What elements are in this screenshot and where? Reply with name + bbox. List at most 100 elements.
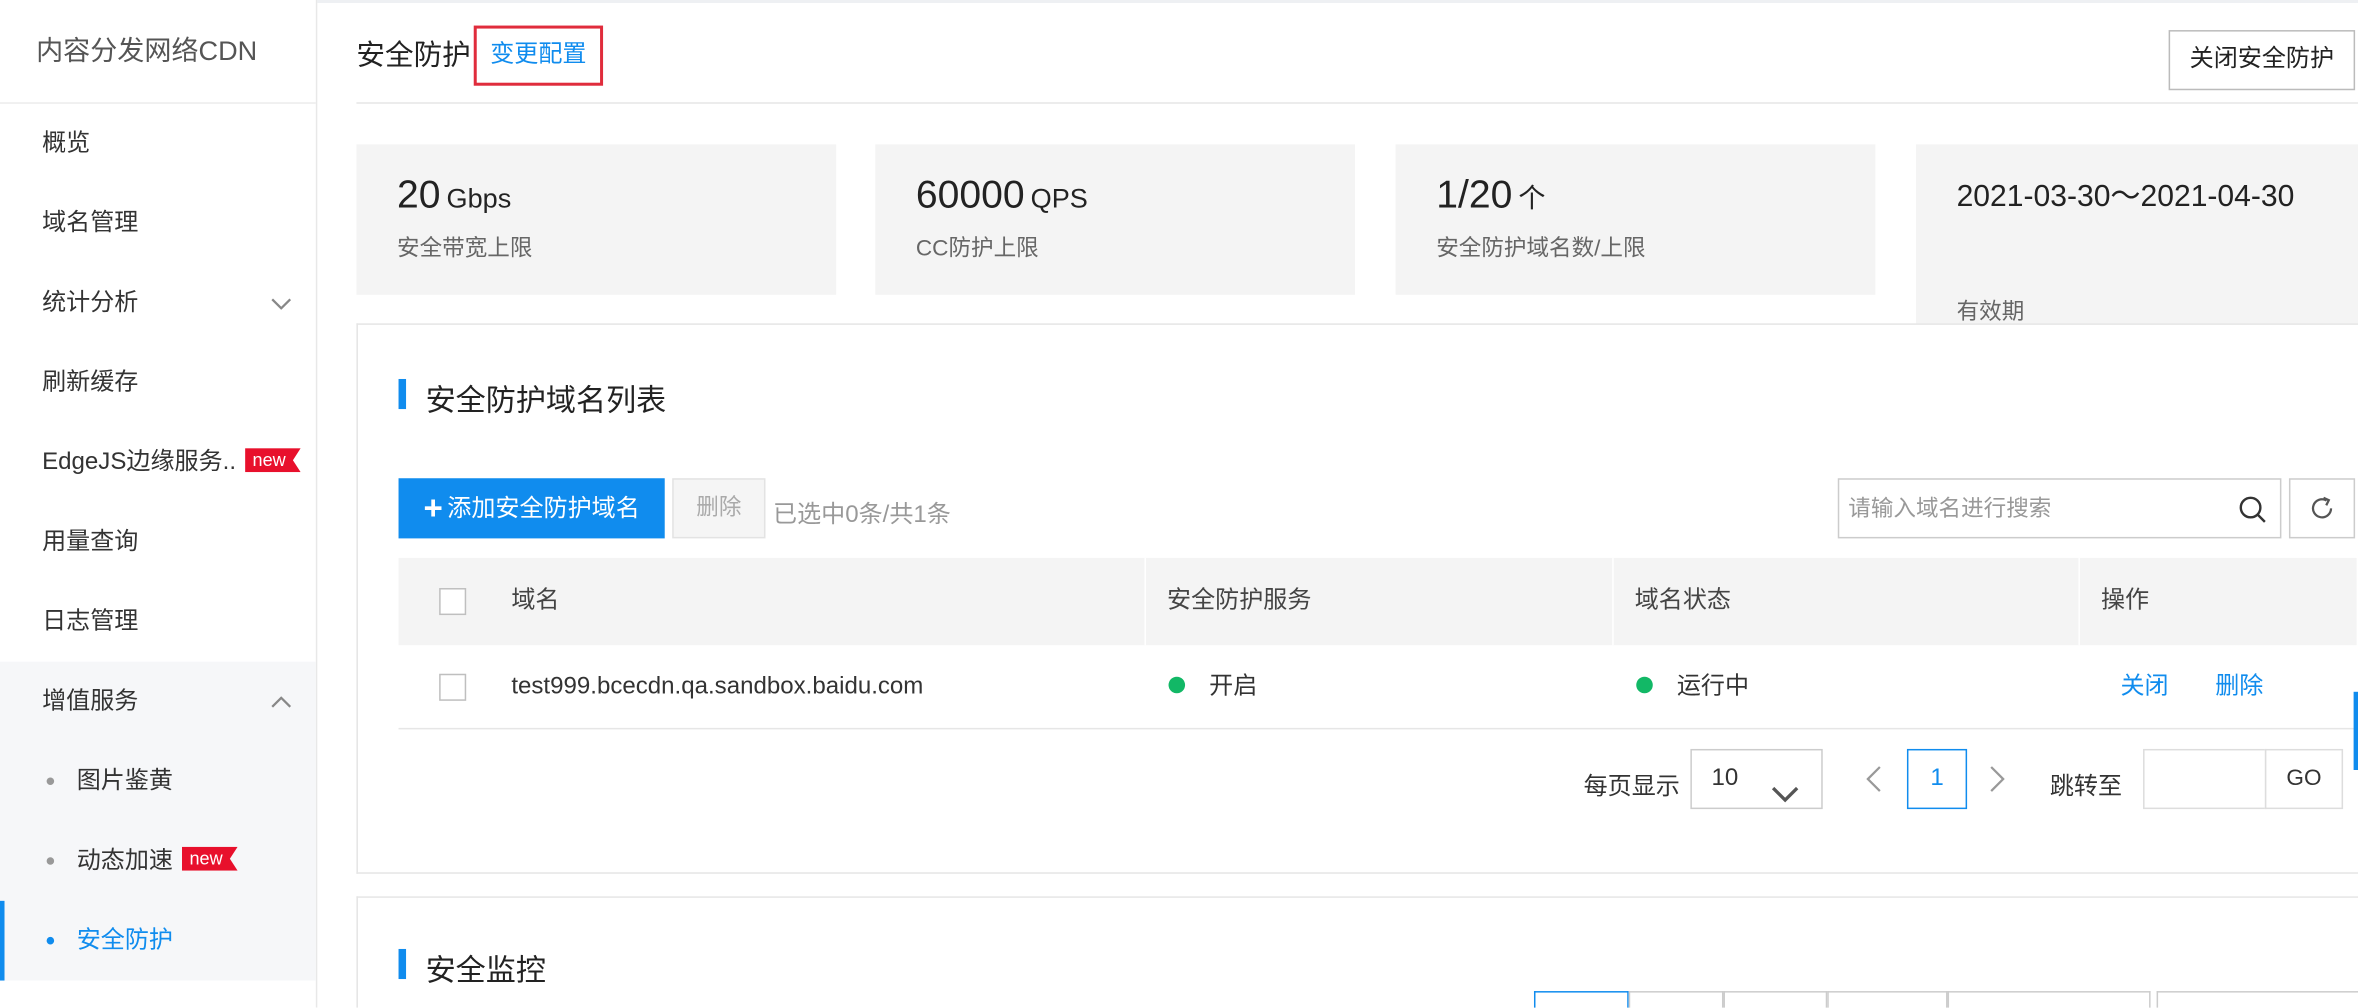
bullet-icon <box>46 857 55 865</box>
stat-number: 20 <box>397 171 441 217</box>
stat-label: 安全带宽上限 <box>397 236 533 262</box>
prev-page-button[interactable] <box>1859 749 1889 809</box>
stat-label: 安全防护域名数/上限 <box>1436 236 1646 262</box>
sidebar-item-domain-management[interactable]: 域名管理 <box>0 183 316 263</box>
stat-value: 20 Gbps <box>397 171 511 218</box>
sidebar-item-label: 概览 <box>42 130 91 157</box>
column-divider <box>2078 557 2080 646</box>
action-close-link[interactable]: 关闭 <box>2120 645 2168 729</box>
scrollbar-thumb[interactable] <box>2353 691 2358 770</box>
domain-cell: test999.bcecdn.qa.sandbox.baidu.com <box>511 673 924 700</box>
time-tab[interactable] <box>2156 991 2358 1008</box>
page-size-value: 10 <box>1711 765 1739 792</box>
service-value: 开启 <box>1209 673 1258 700</box>
sidebar-item-refresh-cache[interactable]: 刷新缓存 <box>0 343 316 423</box>
search-input[interactable] <box>1839 479 2223 537</box>
column-header-service: 安全防护服务 <box>1167 588 1312 614</box>
sidebar-item-label: 动态加速 <box>76 848 173 874</box>
page-title: 安全防护 <box>356 40 471 73</box>
delete-button[interactable]: 删除 <box>672 478 766 539</box>
sidebar-item-label: 域名管理 <box>42 210 139 237</box>
stat-card-cc: 60000 QPS CC防护上限 <box>875 144 1356 295</box>
add-domain-label: 添加安全防护域名 <box>447 496 640 522</box>
refresh-button[interactable] <box>2288 478 2356 539</box>
sidebar-brand: 内容分发网络CDN <box>0 0 316 104</box>
page-header: 安全防护 变更配置 关闭安全防护 <box>356 0 2358 104</box>
refresh-icon <box>2311 496 2333 519</box>
column-divider <box>1612 557 1614 646</box>
select-all-checkbox[interactable] <box>439 588 467 616</box>
column-header-actions: 操作 <box>2100 588 2150 614</box>
column-header-domain: 域名 <box>511 588 560 614</box>
section-title: 安全防护域名列表 <box>398 376 666 420</box>
sidebar-item-label: 增值服务 <box>42 688 139 715</box>
chevron-up-icon <box>271 662 292 742</box>
sidebar-item-label: 刷新缓存 <box>42 369 139 396</box>
time-tab[interactable] <box>1723 991 1828 1008</box>
service-cell: 开启 <box>1168 645 1258 729</box>
security-monitor-card: 安全监控 <box>356 896 2358 1008</box>
time-tab[interactable] <box>1947 991 2151 1008</box>
sidebar-subitem-image-moderation[interactable]: 图片鉴黄 <box>0 741 316 821</box>
stat-label: 有效期 <box>1956 299 2025 325</box>
sidebar-item-label: 统计分析 <box>42 290 139 316</box>
sidebar-item-label: 用量查询 <box>42 529 139 555</box>
sidebar-item-edgejs[interactable]: EdgeJS边缘服务.. new <box>0 423 316 503</box>
sidebar-item-log-management[interactable]: 日志管理 <box>0 582 316 662</box>
sidebar-item-label: EdgeJS边缘服务.. <box>42 449 237 476</box>
stat-number: 60000 <box>915 171 1025 217</box>
table-row: test999.bcecdn.qa.sandbox.baidu.com 开启 运… <box>398 645 2357 730</box>
action-delete-link[interactable]: 删除 <box>2215 645 2263 729</box>
action-close-label: 关闭 <box>2120 673 2169 700</box>
sidebar-item-statistics[interactable]: 统计分析 <box>0 263 316 343</box>
close-protection-button[interactable]: 关闭安全防护 <box>2168 30 2356 91</box>
time-tab[interactable] <box>1827 991 1948 1008</box>
main-content: 安全防护 变更配置 关闭安全防护 20 Gbps 安全带宽上限 60000 QPS … <box>317 0 2358 1008</box>
go-button[interactable]: GO <box>2264 748 2344 810</box>
stat-value: 60000 QPS <box>916 171 1088 218</box>
stat-value: 2021-03-30～2021-04-30 <box>1956 180 2295 214</box>
row-checkbox[interactable] <box>439 673 467 701</box>
new-badge: new <box>245 448 301 473</box>
plus-icon: + <box>423 488 443 527</box>
page-number-current[interactable]: 1 <box>1906 748 1968 810</box>
add-domain-button[interactable]: + 添加安全防护域名 <box>398 478 665 539</box>
page-size-select[interactable]: 10 <box>1690 748 1823 810</box>
sidebar-item-label: 图片鉴黄 <box>76 768 173 795</box>
time-tab[interactable] <box>1628 991 1724 1008</box>
next-page-button[interactable] <box>1982 749 2012 809</box>
stat-number: 1/20 <box>1436 171 1513 217</box>
bullet-icon <box>46 936 55 945</box>
change-config-link[interactable]: 变更配置 <box>473 25 604 86</box>
app-window: 内容分发网络CDN 概览 域名管理 统计分析 刷新缓存 EdgeJS边缘服务..… <box>0 0 2358 1008</box>
jump-page-input[interactable] <box>2143 748 2267 810</box>
sidebar-item-label: 安全防护 <box>76 927 173 954</box>
sidebar-subitem-dynamic-acceleration[interactable]: 动态加速 new <box>0 821 316 901</box>
stat-card-domain-count: 1/20 个 安全防护域名数/上限 <box>1395 144 1876 295</box>
sidebar-item-label: 日志管理 <box>42 609 139 635</box>
domain-table: 域名 安全防护服务 域名状态 操作 test999.bcecdn.qa.sand… <box>398 557 2357 730</box>
status-dot-icon <box>1636 676 1653 694</box>
sidebar-subitem-security-protection[interactable]: 安全防护 <box>0 900 316 981</box>
sidebar: 内容分发网络CDN 概览 域名管理 统计分析 刷新缓存 EdgeJS边缘服务..… <box>0 0 318 1008</box>
status-cell: 运行中 <box>1636 645 1749 729</box>
bullet-icon <box>46 777 55 786</box>
sidebar-item-overview[interactable]: 概览 <box>0 104 316 184</box>
chevron-right-icon <box>1990 766 2005 792</box>
stat-unit: QPS <box>1030 183 1088 214</box>
domain-list-card: 安全防护域名列表 +添加安全防护域名 删除 已选中0条/共1条 域名 安全防护服… <box>356 323 2358 874</box>
stat-value: 1/20 个 <box>1436 171 1545 218</box>
column-header-status: 域名状态 <box>1634 588 1732 614</box>
page-size-label: 每页显示 <box>1583 774 1680 801</box>
status-dot-icon <box>1168 676 1186 694</box>
chevron-left-icon <box>1866 766 1881 792</box>
stat-unit: Gbps <box>446 183 512 214</box>
chevron-down-icon <box>271 263 292 343</box>
time-tab[interactable] <box>1533 991 1629 1008</box>
table-header: 域名 安全防护服务 域名状态 操作 <box>398 557 2357 646</box>
sidebar-item-value-added[interactable]: 增值服务 <box>0 662 316 742</box>
stat-card-bandwidth: 20 Gbps 安全带宽上限 <box>356 144 837 295</box>
sidebar-item-usage-query[interactable]: 用量查询 <box>0 502 316 582</box>
search-icon[interactable] <box>2238 495 2268 525</box>
status-value: 运行中 <box>1676 673 1750 700</box>
